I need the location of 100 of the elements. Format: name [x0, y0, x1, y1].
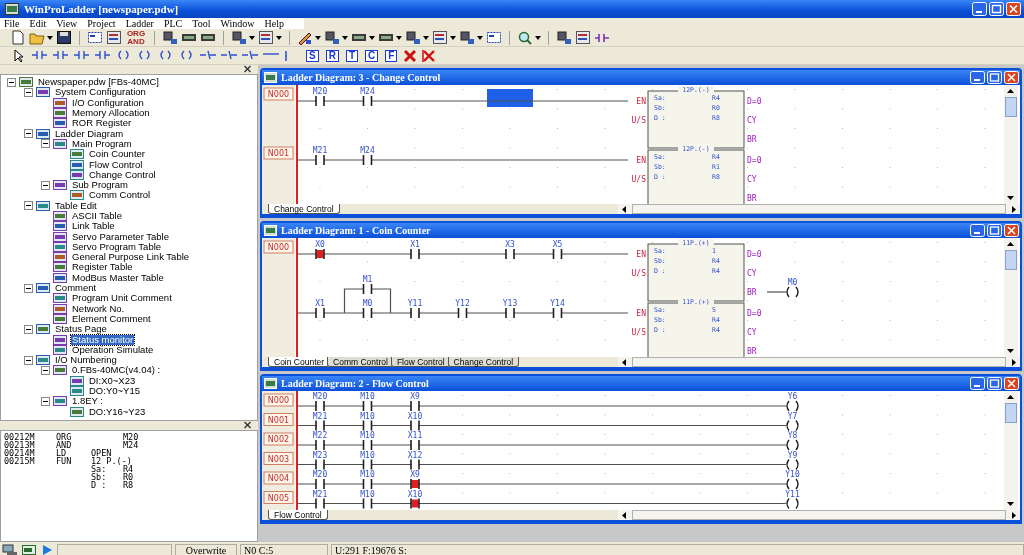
- contact-symbol[interactable]: [362, 400, 373, 412]
- collapse-button[interactable]: [7, 77, 16, 87]
- contact-symbol[interactable]: [410, 478, 420, 490]
- collapse-button[interactable]: [24, 355, 33, 365]
- tree-item[interactable]: 0.FBs-40MC(v4.04) :: [71, 365, 162, 376]
- tree-item[interactable]: ASCII Table: [71, 211, 123, 221]
- network-label[interactable]: N005: [263, 491, 294, 504]
- instruction-button[interactable]: C: [365, 49, 379, 62]
- contact-symbol[interactable]: [505, 248, 515, 260]
- contact-symbol[interactable]: [315, 400, 325, 412]
- delete-icon[interactable]: [421, 48, 438, 63]
- tree-item[interactable]: Register Table: [71, 262, 134, 273]
- tree-item[interactable]: Flow Control: [88, 159, 144, 170]
- tree-item[interactable]: I/O Numbering: [54, 355, 118, 366]
- contact-symbol[interactable]: [315, 95, 325, 107]
- grid-icon[interactable]: [486, 30, 502, 45]
- collapse-button[interactable]: [24, 201, 33, 211]
- chip-icon[interactable]: [324, 30, 340, 45]
- contact-symbol[interactable]: [362, 307, 373, 319]
- tree-item[interactable]: Comm Control: [88, 190, 152, 201]
- coil-symbol[interactable]: [786, 400, 799, 412]
- tree-item[interactable]: Main Program: [71, 138, 133, 149]
- close-icon[interactable]: [243, 421, 252, 429]
- contact-symbol[interactable]: [552, 248, 563, 260]
- network-label[interactable]: N004: [263, 471, 294, 485]
- tree-item[interactable]: Servo Parameter Table: [71, 231, 170, 242]
- scroll-thumb[interactable]: [1005, 250, 1017, 270]
- menu-item[interactable]: View: [56, 18, 84, 29]
- menu-item[interactable]: Window: [220, 18, 261, 29]
- list-icon[interactable]: [258, 30, 274, 45]
- network-label[interactable]: N002: [263, 432, 294, 446]
- tree-item[interactable]: Status monitor: [71, 334, 135, 345]
- sheet-tab[interactable]: Change Control: [447, 357, 520, 367]
- caret-icon[interactable]: [342, 35, 348, 40]
- minimize-button[interactable]: [970, 224, 985, 237]
- tree-item[interactable]: DO:Y16~Y23: [88, 406, 147, 417]
- contact-symbol[interactable]: [362, 439, 373, 451]
- contact-symbol[interactable]: [362, 478, 373, 490]
- tree-item[interactable]: System Configuration: [54, 87, 147, 98]
- collapse-button[interactable]: [24, 283, 33, 293]
- menu-item[interactable]: Help: [264, 18, 290, 29]
- collapse-button[interactable]: [41, 396, 50, 406]
- tree-item[interactable]: Sub Program: [71, 180, 129, 191]
- vertical-scrollbar[interactable]: [1004, 391, 1018, 510]
- caret-icon[interactable]: [450, 35, 456, 40]
- minimize-button[interactable]: [972, 2, 987, 16]
- sheet-tab[interactable]: Flow Control: [390, 357, 451, 367]
- contact-symbol[interactable]: [315, 458, 325, 471]
- network-label[interactable]: N001: [263, 413, 294, 426]
- chip-icon[interactable]: [459, 30, 475, 45]
- org-and-button[interactable]: ORG AND: [125, 30, 147, 45]
- network-label[interactable]: N003: [263, 452, 294, 465]
- close-icon[interactable]: [243, 65, 252, 73]
- tree-item[interactable]: Memory Allocation: [71, 108, 151, 119]
- contact-symbol[interactable]: [315, 248, 325, 260]
- tree-item[interactable]: Change Control: [88, 169, 157, 180]
- coil-symbol[interactable]: [786, 419, 799, 432]
- list-icon[interactable]: [106, 30, 122, 45]
- close-button[interactable]: [1004, 224, 1019, 237]
- network-label[interactable]: N000: [263, 87, 294, 101]
- collapse-button[interactable]: [41, 180, 50, 190]
- contact-symbol[interactable]: [505, 307, 515, 319]
- contact-symbol[interactable]: [410, 497, 420, 510]
- coil-symbol[interactable]: [786, 458, 799, 471]
- close-button[interactable]: [1006, 2, 1021, 16]
- tree-item[interactable]: Comment: [54, 283, 98, 294]
- maximize-button[interactable]: [987, 377, 1002, 390]
- minimize-button[interactable]: [970, 71, 985, 84]
- vertical-scrollbar[interactable]: [1004, 85, 1018, 204]
- collapse-button[interactable]: [24, 87, 33, 97]
- contact-symbol[interactable]: [362, 154, 373, 166]
- network-label[interactable]: N001: [263, 146, 294, 160]
- chip-icon[interactable]: [231, 30, 247, 45]
- caret-icon[interactable]: [276, 35, 282, 40]
- caret-icon[interactable]: [423, 35, 429, 40]
- instruction-button[interactable]: R: [325, 49, 339, 62]
- tree-item[interactable]: Element Comment: [71, 313, 152, 324]
- caret-icon[interactable]: [315, 35, 321, 40]
- contact-symbol[interactable]: [410, 248, 420, 260]
- pencil-icon[interactable]: [297, 30, 313, 45]
- menu-item[interactable]: Project: [87, 18, 122, 29]
- list-icon[interactable]: [575, 30, 591, 45]
- grid-icon[interactable]: [87, 30, 103, 45]
- chip-icon[interactable]: [556, 30, 572, 45]
- tree-item[interactable]: ModBus Master Table: [71, 272, 165, 283]
- tree-item[interactable]: Ladder Diagram: [54, 128, 125, 139]
- tree-item[interactable]: General Purpose Link Table: [71, 252, 191, 263]
- contact-symbol[interactable]: [315, 478, 325, 490]
- collapse-button[interactable]: [41, 139, 50, 149]
- contact-symbol[interactable]: [552, 307, 563, 319]
- coil-symbol[interactable]: [786, 439, 799, 451]
- contact-symbol[interactable]: [457, 307, 468, 319]
- menu-item[interactable]: Edit: [29, 18, 53, 29]
- collapse-button[interactable]: [41, 365, 50, 375]
- contact-symbol[interactable]: [410, 307, 420, 319]
- close-button[interactable]: [1004, 377, 1019, 390]
- sheet-tab[interactable]: Change Control: [268, 204, 340, 214]
- tree-item[interactable]: ROR Register: [71, 118, 133, 129]
- menu-item[interactable]: Tool: [192, 18, 217, 29]
- collapse-button[interactable]: [24, 129, 33, 139]
